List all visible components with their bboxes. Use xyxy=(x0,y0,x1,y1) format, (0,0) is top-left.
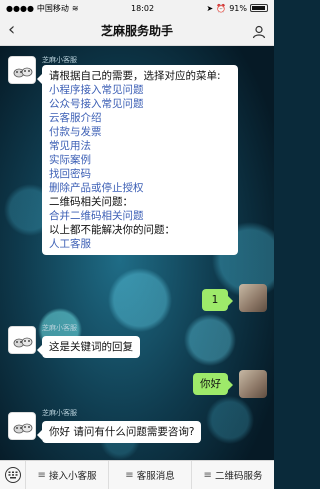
location-icon: ➤ xyxy=(206,3,214,13)
menu-link-payment-invoice[interactable]: 付款与发票 xyxy=(49,125,231,139)
wifi-icon: ≋ xyxy=(71,3,79,13)
menu-item-label: 接入小客服 xyxy=(48,471,97,482)
outgoing-message-bubble: 1 xyxy=(202,289,233,311)
incoming-message-text: 这是关键词的回复 xyxy=(49,341,133,353)
outgoing-message-text: 1 xyxy=(211,294,219,306)
bottom-menu-bar: ≡ 接入小客服 ≡ 客服消息 ≡ 二维码服务 xyxy=(0,460,274,489)
menu-link-cloud-service[interactable]: 云客服介绍 xyxy=(49,111,231,125)
menu-item-label: 二维码服务 xyxy=(214,471,263,482)
status-bar: ●●●● 中国移动 ≋ 18:02 ➤ ⏰ 91% xyxy=(0,0,274,16)
other-heading: 以上都不能解决你的问题： xyxy=(49,224,175,236)
page-title: 芝麻服务助手 xyxy=(100,24,173,38)
qr-heading: 二维码相关问题： xyxy=(49,196,133,208)
nav-bar: ‹ 芝麻服务助手 xyxy=(0,16,274,46)
sender-name: 芝麻小客服 xyxy=(42,56,77,64)
person-icon[interactable] xyxy=(252,24,266,39)
menu-icon: ≡ xyxy=(37,469,46,481)
incoming-message-bubble: 你好 请问有什么问题需要咨询? xyxy=(36,421,202,443)
battery-icon xyxy=(249,4,268,12)
menu-link-miniprogram[interactable]: 小程序接入常见问题 xyxy=(49,83,231,97)
menu-item-qr-service[interactable]: ≡ 二维码服务 xyxy=(192,461,274,489)
menu-intro-text: 请根据自己的需要，选择对应的菜单: xyxy=(49,70,221,82)
keyboard-icon[interactable] xyxy=(0,460,26,489)
outgoing-message-text: 你好 xyxy=(200,378,221,390)
menu-link-human-service[interactable]: 人工客服 xyxy=(49,237,231,251)
menu-link-stop-authorization[interactable]: 删除产品或停止授权 xyxy=(49,181,231,195)
status-time: 18:02 xyxy=(131,3,155,13)
battery-percent: 91% xyxy=(229,3,247,13)
menu-icon: ≡ xyxy=(125,469,134,481)
menu-link-common-usage[interactable]: 常见用法 xyxy=(49,139,231,153)
menu-item-service-message[interactable]: ≡ 客服消息 xyxy=(109,460,192,489)
user-avatar[interactable] xyxy=(239,370,267,398)
incoming-message-text: 你好 请问有什么问题需要咨询? xyxy=(49,426,195,438)
menu-item-label: 客服消息 xyxy=(136,471,175,482)
sender-name: 芝麻小客服 xyxy=(42,324,77,332)
sender-name: 芝麻小客服 xyxy=(42,409,77,417)
menu-message-bubble: 请根据自己的需要，选择对应的菜单: 小程序接入常见问题 公众号接入常见问题 云客… xyxy=(37,65,238,255)
menu-link-reset-password[interactable]: 找回密码 xyxy=(49,167,231,181)
menu-link-official-account[interactable]: 公众号接入常见问题 xyxy=(49,97,231,111)
alarm-icon: ⏰ xyxy=(216,3,227,13)
signal-icon: ●●●● xyxy=(6,3,34,13)
incoming-message-bubble: 这是关键词的回复 xyxy=(37,336,140,358)
bot-avatar[interactable] xyxy=(8,56,36,84)
menu-item-connect-service[interactable]: ≡ 接入小客服 xyxy=(26,460,109,489)
bot-avatar[interactable] xyxy=(8,326,36,354)
user-avatar[interactable] xyxy=(239,284,267,312)
chevron-left-icon[interactable]: ‹ xyxy=(8,21,15,39)
menu-icon: ≡ xyxy=(203,469,212,481)
menu-link-merge-qr[interactable]: 合并二维码相关问题 xyxy=(49,209,231,223)
bot-avatar[interactable] xyxy=(8,412,36,440)
carrier-label: 中国移动 xyxy=(36,3,69,13)
menu-link-cases[interactable]: 实际案例 xyxy=(49,153,231,167)
outgoing-message-bubble: 你好 xyxy=(193,373,233,395)
